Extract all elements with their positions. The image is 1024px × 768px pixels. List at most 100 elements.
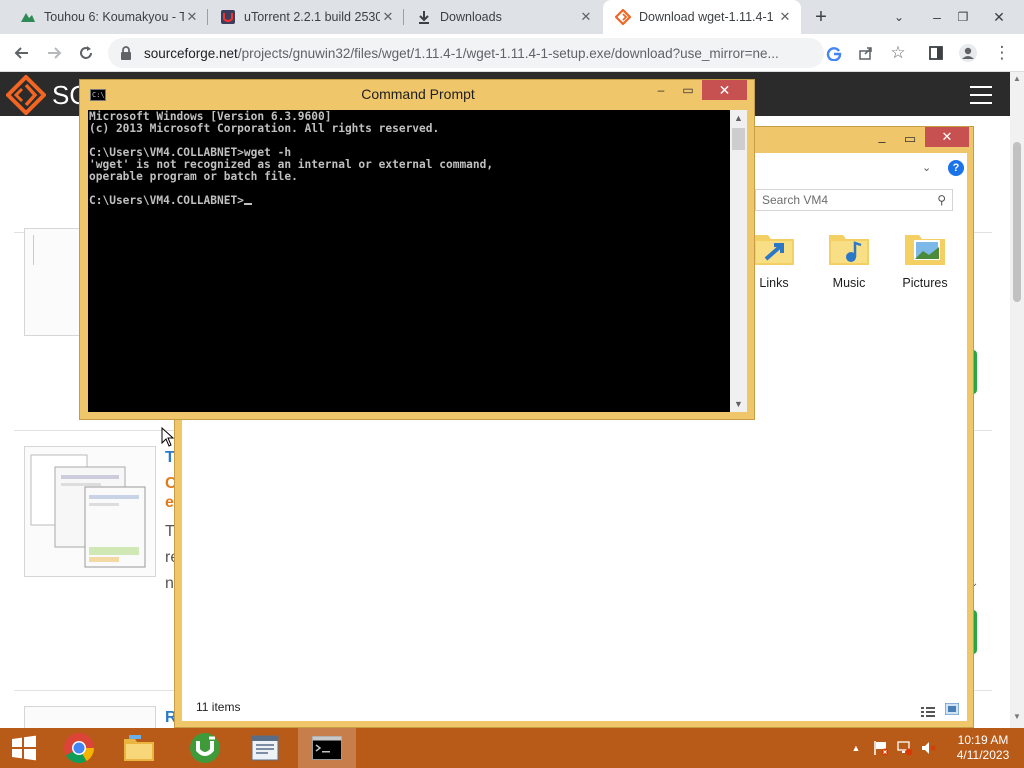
folder-label: Pictures — [902, 276, 948, 290]
start-button[interactable] — [0, 728, 48, 768]
cmd-icon — [312, 736, 342, 760]
taskbar-utorrent[interactable] — [176, 728, 234, 768]
minimize-icon[interactable]: – — [871, 131, 893, 151]
minimize-icon[interactable]: – — [924, 0, 950, 34]
tab-touhou[interactable]: Touhou 6: Koumakyou - T ✕ — [8, 0, 208, 34]
close-icon[interactable]: ✕ — [777, 9, 793, 25]
new-tab-button[interactable]: + — [808, 0, 834, 34]
google-lens-icon[interactable] — [820, 39, 848, 67]
folder-pictures[interactable]: Pictures — [891, 227, 959, 290]
large-icons-view-icon[interactable] — [944, 702, 960, 716]
console-line: operable program or batch file. — [89, 170, 298, 183]
tab-title: Touhou 6: Koumakyou - T — [44, 10, 184, 24]
touhou-favicon — [20, 9, 36, 25]
command-prompt-window[interactable]: C:\_ Command Prompt – ▭ ✕ Microsoft Wind… — [79, 79, 755, 420]
links-folder-icon — [754, 235, 794, 265]
volume-muted-icon[interactable] — [920, 740, 938, 756]
show-hidden-icons-chevron-icon[interactable]: ▲ — [848, 740, 864, 756]
page-scrollbar[interactable]: ▲ ▼ — [1010, 72, 1024, 728]
scroll-up-icon[interactable]: ▲ — [1010, 74, 1024, 88]
close-icon[interactable]: ✕ — [702, 80, 747, 100]
file-explorer-icon — [124, 735, 154, 761]
screenshot-preview-icon — [30, 454, 146, 568]
windows-logo-icon — [12, 735, 36, 761]
scroll-thumb[interactable] — [1013, 142, 1021, 302]
browser-tab-strip: Touhou 6: Koumakyou - T ✕ uTorrent 2.2.1… — [0, 0, 1024, 34]
console-output[interactable]: Microsoft Windows [Version 6.3.9600] (c)… — [88, 110, 730, 412]
tab-downloads[interactable]: Downloads ✕ — [404, 0, 602, 34]
url-path: /projects/gnuwin32/files/wget/1.11.4-1/w… — [237, 45, 779, 61]
utorrent-icon — [190, 733, 220, 763]
sourceforge-favicon — [615, 9, 631, 25]
scroll-down-icon[interactable]: ▼ — [730, 396, 747, 412]
tab-title: Downloads — [440, 10, 502, 24]
help-icon[interactable]: ? — [948, 160, 964, 176]
download-icon — [416, 9, 432, 25]
folder-music[interactable]: Music — [815, 227, 883, 290]
console-scrollbar[interactable]: ▲ ▼ — [730, 110, 747, 412]
browser-toolbar: sourceforge.net/projects/gnuwin32/files/… — [0, 34, 1024, 72]
lock-icon — [121, 46, 131, 60]
document-window-icon — [251, 735, 279, 761]
url-host: sourceforge.net — [144, 45, 238, 61]
details-view-icon[interactable] — [921, 705, 935, 717]
expand-ribbon-chevron-icon[interactable]: ⌄ — [922, 161, 931, 174]
search-placeholder: Search VM4 — [762, 193, 829, 207]
clock-date: 4/11/2023 — [956, 748, 1010, 762]
scroll-up-icon[interactable]: ▲ — [730, 110, 747, 126]
tab-wget-download[interactable]: Download wget-1.11.4-1 ✕ — [603, 0, 801, 34]
close-window-icon[interactable]: ✕ — [986, 0, 1012, 34]
clock-time: 10:19 AM — [957, 733, 1009, 747]
windows-taskbar: ▲ 10:19 AM 4/11/2023 — [0, 728, 1024, 768]
address-bar[interactable]: sourceforge.net/projects/gnuwin32/files/… — [108, 38, 824, 68]
pictures-folder-icon — [905, 235, 945, 265]
tab-title: uTorrent 2.2.1 build 2530 — [244, 10, 380, 24]
url-text: sourceforge.net/projects/gnuwin32/files/… — [144, 46, 779, 61]
taskbar-chrome[interactable] — [50, 728, 108, 768]
action-center-flag-icon[interactable] — [872, 740, 890, 756]
scroll-down-icon[interactable]: ▼ — [1010, 712, 1024, 726]
hamburger-menu-icon[interactable] — [970, 86, 992, 104]
profile-avatar-icon[interactable] — [954, 39, 982, 67]
search-icon: ⚲ — [937, 193, 946, 207]
bookmark-star-icon[interactable]: ☆ — [884, 39, 912, 67]
console-line: (c) 2013 Microsoft Corporation. All righ… — [89, 122, 440, 135]
side-panel-icon[interactable] — [922, 39, 950, 67]
taskbar-file-explorer[interactable] — [110, 728, 168, 768]
scroll-thumb[interactable] — [732, 128, 745, 150]
chrome-icon — [64, 733, 94, 764]
close-icon[interactable]: ✕ — [578, 9, 594, 25]
project-category-2[interactable]: e — [165, 494, 174, 512]
taskbar-command-prompt[interactable] — [298, 728, 356, 768]
tab-search-chevron-icon[interactable]: ⌄ — [886, 0, 912, 34]
restore-icon[interactable]: ❐ — [950, 0, 976, 34]
close-icon[interactable]: ✕ — [925, 127, 969, 147]
system-clock[interactable]: 10:19 AM 4/11/2023 — [948, 733, 1018, 763]
share-icon[interactable] — [852, 39, 880, 67]
text-cursor — [243, 203, 252, 205]
project-description: n — [165, 575, 174, 592]
explorer-status-item-count: 11 items — [196, 700, 241, 714]
console-prompt: C:\Users\VM4.COLLABNET> — [89, 194, 244, 207]
project-thumbnail[interactable] — [24, 706, 156, 730]
reload-button[interactable] — [72, 39, 100, 67]
project-screenshot-thumbnail[interactable] — [24, 446, 156, 577]
mouse-pointer-icon — [161, 427, 175, 447]
folder-label: Music — [832, 276, 866, 290]
taskbar-notepad[interactable] — [236, 728, 294, 768]
maximize-icon[interactable]: ▭ — [675, 80, 701, 100]
utorrent-favicon — [220, 9, 236, 25]
minimize-icon[interactable]: – — [648, 80, 674, 100]
search-input[interactable]: Search VM4 ⚲ — [755, 189, 953, 211]
tab-utorrent[interactable]: uTorrent 2.2.1 build 2530 ✕ — [208, 0, 404, 34]
forward-button[interactable] — [40, 39, 68, 67]
close-icon[interactable]: ✕ — [184, 9, 200, 25]
menu-kebab-icon[interactable]: ⋮ — [988, 39, 1016, 67]
tab-title: Download wget-1.11.4-1 — [639, 10, 774, 24]
sourceforge-logo-icon[interactable] — [6, 75, 46, 115]
maximize-icon[interactable]: ▭ — [899, 129, 921, 149]
music-folder-icon — [829, 235, 869, 265]
close-icon[interactable]: ✕ — [380, 9, 396, 25]
back-button[interactable] — [8, 39, 36, 67]
network-icon[interactable] — [896, 740, 914, 756]
